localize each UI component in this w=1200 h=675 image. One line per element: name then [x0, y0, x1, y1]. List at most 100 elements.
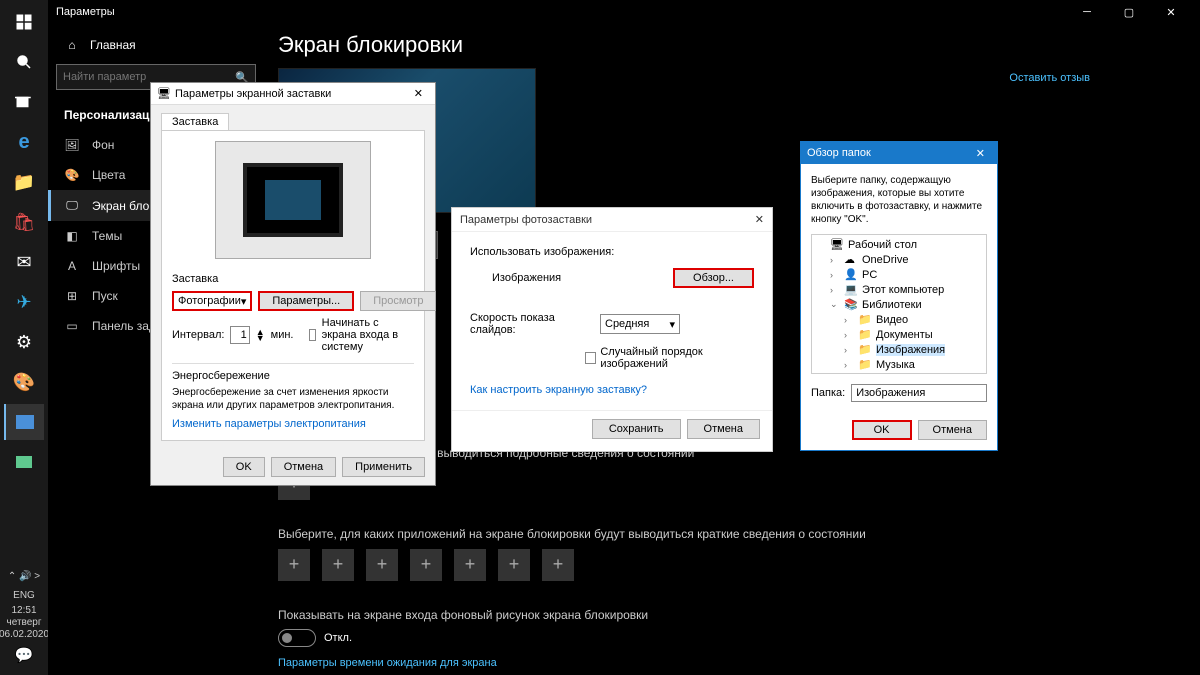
titlebar: Параметры ─ ▢ ✕ [48, 0, 1200, 24]
interval-spinbox[interactable]: 1 [230, 326, 249, 344]
add-quick-app[interactable]: + [542, 549, 574, 581]
tree-item[interactable]: ›📁Пленка [814, 372, 984, 374]
dialog-titlebar: 🖥Параметры экранной заставки ✕ [151, 83, 435, 105]
close-button[interactable]: ✕ [755, 213, 764, 226]
tree-item[interactable]: ⌄📚Библиотеки [814, 297, 984, 312]
chevron-down-icon: ▾ [669, 318, 675, 331]
browse-button[interactable]: Обзор... [673, 268, 754, 288]
tree-item[interactable]: ›👤PC [814, 267, 984, 282]
tree-item[interactable]: ›💻Этот компьютер [814, 282, 984, 297]
add-quick-app[interactable]: + [454, 549, 486, 581]
start-button[interactable] [4, 4, 44, 40]
dialog-titlebar: Параметры фотозаставки ✕ [452, 208, 772, 232]
tree-item[interactable]: ›📁Изображения [814, 342, 984, 357]
tree-item[interactable]: ›📁Документы [814, 327, 984, 342]
power-section-title: Энергосбережение [172, 370, 414, 382]
monitor-icon: 🖥 [157, 87, 171, 100]
tray-chevron[interactable]: ⌃ 🔊 > [8, 571, 40, 582]
add-quick-app[interactable]: + [498, 549, 530, 581]
settings-icon[interactable]: ⚙ [4, 324, 44, 360]
add-quick-app[interactable]: + [278, 549, 310, 581]
preview-button[interactable]: Просмотр [360, 291, 436, 311]
clock-date: 06.02.2020 [0, 629, 49, 641]
interval-unit: мин. [271, 329, 294, 341]
folder-instruction: Выберите папку, содержащую изображения, … [811, 174, 987, 226]
chevron-down-icon: ▾ [241, 295, 247, 308]
ok-button[interactable]: OK [852, 420, 912, 440]
photo-settings-dialog: Параметры фотозаставки ✕ Использовать из… [451, 207, 773, 452]
window-title: Параметры [56, 6, 115, 18]
palette-icon: 🎨 [64, 168, 80, 182]
folder-tree[interactable]: 🖥Рабочий стол›☁OneDrive›👤PC›💻Этот компью… [811, 234, 987, 374]
dialog-titlebar: Обзор папок ✕ [801, 142, 997, 164]
explorer-icon[interactable]: 📁 [4, 164, 44, 200]
save-button[interactable]: Сохранить [592, 419, 681, 439]
settings-app-icon[interactable] [4, 404, 44, 440]
apply-button[interactable]: Применить [342, 457, 425, 477]
screensaver-preview [215, 141, 371, 259]
nav-home-label: Главная [90, 38, 136, 52]
taskbar: e 📁 🛍 ✉ ✈ ⚙ 🎨 ⌃ 🔊 > ENG 12:51 четверг 06… [0, 0, 48, 675]
toggle-state: Откл. [324, 632, 352, 644]
random-label: Случайный порядок изображений [600, 346, 754, 370]
edge-icon[interactable]: e [4, 124, 44, 160]
tree-item[interactable]: ›☁OneDrive [814, 252, 984, 267]
cancel-button[interactable]: Отмена [918, 420, 987, 440]
page-title: Экран блокировки [278, 32, 1176, 58]
misc-icon[interactable] [4, 444, 44, 480]
screensaver-dialog: 🖥Параметры экранной заставки ✕ Заставка … [150, 82, 436, 486]
taskbar-icon: ▭ [64, 319, 80, 333]
folder-input[interactable]: Изображения [851, 384, 987, 402]
tray-clock[interactable]: 12:51 четверг 06.02.2020 [0, 605, 49, 641]
tree-item[interactable]: ›📁Музыка [814, 357, 984, 372]
bg-toggle-label: Показывать на экране входа фоновый рисун… [278, 607, 1176, 624]
images-label: Изображения [492, 272, 673, 284]
random-checkbox[interactable] [585, 352, 596, 364]
tree-item[interactable]: ›📁Видео [814, 312, 984, 327]
add-quick-app[interactable]: + [322, 549, 354, 581]
apps-quick-label: Выберите, для каких приложений на экране… [278, 526, 1176, 543]
dialog-title: Параметры фотозаставки [460, 214, 592, 226]
minimize-button[interactable]: ─ [1066, 0, 1108, 24]
mail-icon[interactable]: ✉ [4, 244, 44, 280]
cancel-button[interactable]: Отмена [687, 419, 760, 439]
speed-combo[interactable]: Средняя▾ [600, 314, 680, 334]
clock-time: 12:51 [0, 605, 49, 617]
cancel-button[interactable]: Отмена [271, 457, 336, 477]
help-link[interactable]: Как настроить экранную заставку? [470, 384, 754, 396]
close-button[interactable]: ✕ [1150, 0, 1192, 24]
tab-screensaver[interactable]: Заставка [161, 113, 229, 130]
taskview-icon[interactable] [4, 84, 44, 120]
telegram-icon[interactable]: ✈ [4, 284, 44, 320]
folder-field-label: Папка: [811, 387, 845, 399]
screensaver-combo[interactable]: Фотографии▾ [172, 291, 252, 311]
interval-label: Интервал: [172, 329, 224, 341]
speed-label: Скорость показа слайдов: [470, 312, 600, 336]
nav-home[interactable]: ⌂ Главная [48, 30, 264, 60]
tray-lang[interactable]: ENG [13, 590, 35, 601]
search-icon[interactable] [4, 44, 44, 80]
action-center-icon[interactable]: 💬 [4, 641, 44, 669]
paint-icon[interactable]: 🎨 [4, 364, 44, 400]
close-button[interactable]: ✕ [408, 87, 429, 100]
start-icon: ⊞ [64, 289, 80, 303]
picture-icon: 🖼 [64, 138, 80, 152]
add-quick-app[interactable]: + [410, 549, 442, 581]
ok-button[interactable]: OK [223, 457, 265, 477]
power-section-text: Энергосбережение за счет изменения яркос… [172, 386, 414, 412]
tree-item[interactable]: 🖥Рабочий стол [814, 237, 984, 252]
store-icon[interactable]: 🛍 [4, 204, 44, 240]
bg-toggle[interactable] [278, 629, 316, 647]
screen-timeout-link[interactable]: Параметры времени ожидания для экрана [278, 657, 1176, 669]
folder-browse-dialog: Обзор папок ✕ Выберите папку, содержащую… [800, 141, 998, 451]
theme-icon: ◧ [64, 229, 80, 243]
add-quick-app[interactable]: + [366, 549, 398, 581]
login-checkbox[interactable] [309, 329, 316, 341]
power-settings-link[interactable]: Изменить параметры электропитания [172, 418, 366, 430]
close-button[interactable]: ✕ [970, 147, 991, 160]
maximize-button[interactable]: ▢ [1108, 0, 1150, 24]
settings-button[interactable]: Параметры... [258, 291, 354, 311]
feedback-link[interactable]: Оставить отзыв [1009, 72, 1090, 84]
font-icon: A [64, 259, 80, 273]
clock-day: четверг [0, 617, 49, 629]
